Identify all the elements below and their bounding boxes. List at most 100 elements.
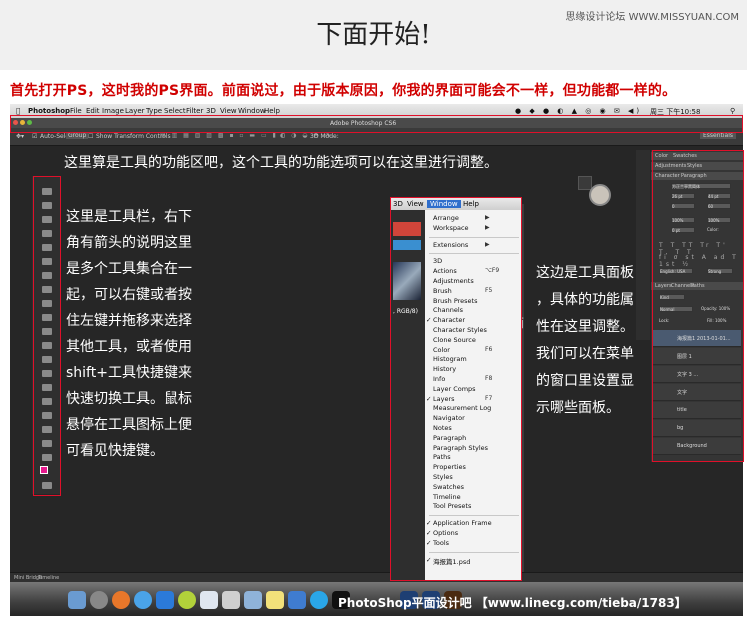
menu-item[interactable]: Layer Comps	[433, 385, 476, 393]
menu-item[interactable]: Styles	[433, 473, 453, 481]
system-prefs-icon[interactable]	[90, 591, 108, 609]
menu-filter[interactable]: Filter	[186, 107, 203, 115]
menu-image[interactable]: Image	[102, 107, 124, 115]
toolbar-highlight	[33, 176, 61, 496]
transform-checkbox[interactable]: ☐	[88, 133, 93, 140]
menu-shortcut: F8	[485, 375, 493, 382]
menu-help[interactable]: Help	[264, 107, 280, 115]
menu-item[interactable]: Measurement Log	[433, 404, 491, 412]
backdrop-caption: , RGB/8)	[393, 308, 418, 315]
align-icons[interactable]: ▤ ▥ ▦ ▧ ▨ ▩ ▪ ▫ ▬ ▭ ▮ ▯	[160, 132, 287, 139]
menu-shortcut: ▶	[485, 214, 490, 221]
backdrop-thumb	[393, 222, 421, 236]
menu-shortcut: ⌥F9	[485, 267, 500, 275]
dock-caption: PhotoShop平面设计吧 【www.linecg.com/tieba/178…	[338, 596, 687, 610]
menu-item[interactable]: Histogram	[433, 355, 467, 363]
avatar	[589, 184, 611, 206]
checkmark-icon: ✓	[426, 555, 432, 564]
timeline-tab[interactable]: Timeline	[38, 575, 59, 581]
menu-select[interactable]: Select	[164, 107, 186, 115]
menu-bar-fragment: 3D View Window Help	[391, 198, 521, 210]
options-highlight	[10, 115, 743, 133]
menu-item[interactable]: Adjustments	[433, 277, 474, 285]
menu-file[interactable]: File	[70, 107, 82, 115]
menu-item[interactable]: Properties	[433, 463, 466, 471]
status-icons: ● ◆ ● ◐ ▲ ◎ ◉ ✉ ◀)	[515, 107, 643, 115]
app-icon[interactable]	[310, 591, 328, 609]
menu-item[interactable]: Tool Presets	[433, 502, 471, 510]
menu-item[interactable]: 海报篇1.psd	[433, 556, 470, 566]
menu-item[interactable]: Timeline	[433, 493, 461, 501]
options-note: 这里算是工具的功能区吧，这个工具的功能选项可以在这里进行调整。	[64, 155, 498, 171]
group-select[interactable]: Group	[66, 132, 89, 139]
finder-icon[interactable]	[68, 591, 86, 609]
checkmark-icon: ✓	[426, 519, 432, 528]
menu-item[interactable]: Application Frame	[433, 519, 492, 527]
menu-item[interactable]: Clone Source	[433, 336, 476, 344]
menu-item[interactable]: Notes	[433, 424, 452, 432]
spotlight-icon[interactable]: ⚲	[730, 107, 735, 115]
menu-item[interactable]: Extensions	[433, 241, 468, 249]
menu-item[interactable]: Paragraph	[433, 434, 466, 442]
menu-item[interactable]: Brush Presets	[433, 297, 477, 305]
menu-window-active[interactable]: Window	[427, 200, 461, 208]
auto-select-checkbox[interactable]: ☑	[32, 133, 37, 140]
menu-item[interactable]: Arrange	[433, 214, 459, 222]
menu-item[interactable]: Paragraph Styles	[433, 444, 488, 452]
menu-edit[interactable]: Edit	[86, 107, 100, 115]
menu-item[interactable]: Character	[433, 316, 465, 324]
app-icon[interactable]	[178, 591, 196, 609]
panel-note: 这边是工具面板 ，具体的功能属 性在这里调整。 我们可以在菜单 的窗口里设置显 …	[536, 265, 634, 416]
menu-help-fragment[interactable]: Help	[463, 200, 479, 208]
menu-app[interactable]: Photoshop	[28, 107, 70, 115]
firefox-icon[interactable]	[112, 591, 130, 609]
menu-separator	[429, 515, 519, 517]
menu-item[interactable]: Channels	[433, 306, 463, 314]
app-icon[interactable]	[288, 591, 306, 609]
menu-view[interactable]: View	[220, 107, 237, 115]
menu-shortcut: ▶	[485, 223, 490, 231]
menu-type[interactable]: Type	[146, 107, 162, 115]
checkmark-icon: ✓	[426, 394, 432, 403]
menu-item[interactable]: History	[433, 365, 456, 373]
move-tool-icon[interactable]: ✥▾	[16, 133, 24, 140]
menu-separator	[429, 253, 519, 255]
photoshop-screenshot:  Photoshop File Edit Image Layer Type S…	[10, 104, 743, 616]
menu-item[interactable]: Actions	[433, 267, 457, 275]
workspace-select[interactable]: Essentials	[700, 132, 737, 139]
menu-item[interactable]: Tools	[433, 539, 449, 547]
menu-3d-fragment[interactable]: 3D	[393, 200, 403, 208]
bottom-bar: Mini Bridge Timeline	[10, 572, 743, 582]
menu-window[interactable]: Window	[238, 107, 266, 115]
menu-3d[interactable]: 3D	[206, 107, 216, 115]
panel-icon-column	[636, 150, 650, 340]
menu-layer[interactable]: Layer	[125, 107, 145, 115]
toolbar-note: 这里是工具栏，右下 角有箭头的说明这里 是多个工具集合在一 起，可以右键或者按 …	[66, 209, 192, 459]
panel-highlight	[652, 150, 744, 462]
menu-item[interactable]: Color	[433, 346, 450, 354]
safari-icon[interactable]	[134, 591, 152, 609]
menu-item[interactable]: Layers	[433, 395, 455, 403]
menu-item[interactable]: Workspace	[433, 224, 469, 232]
menu-item[interactable]: Character Styles	[433, 326, 487, 334]
menu-item[interactable]: Navigator	[433, 414, 465, 422]
watermark: 思缘设计论坛 WWW.MISSYUAN.COM	[565, 12, 739, 23]
menu-item[interactable]: 3D	[433, 257, 442, 265]
window-menu: 3D View Window Help , RGB/8) Arrange ▶ Wor…	[390, 197, 522, 581]
app-icon[interactable]	[244, 591, 262, 609]
calendar-icon[interactable]	[222, 591, 240, 609]
menu-left-backdrop: , RGB/8)	[391, 210, 425, 580]
intro-text: 首先打开PS，这时我的PS界面。前面说过，由于版本原因，你我的界面可能会不一样，…	[10, 83, 677, 99]
menu-item[interactable]: Paths	[433, 453, 451, 461]
notes-icon[interactable]	[266, 591, 284, 609]
menu-shortcut: F5	[485, 286, 493, 294]
menu-item[interactable]: Info	[433, 375, 445, 383]
preview-icon[interactable]	[200, 591, 218, 609]
app-icon[interactable]	[156, 591, 174, 609]
menu-view-fragment[interactable]: View	[407, 200, 424, 208]
menu-item[interactable]: Swatches	[433, 483, 464, 491]
menu-item[interactable]: Options	[433, 529, 458, 537]
menu-item[interactable]: Brush	[433, 287, 452, 295]
apple-icon[interactable]: 	[16, 107, 20, 115]
menu-separator	[429, 236, 519, 238]
